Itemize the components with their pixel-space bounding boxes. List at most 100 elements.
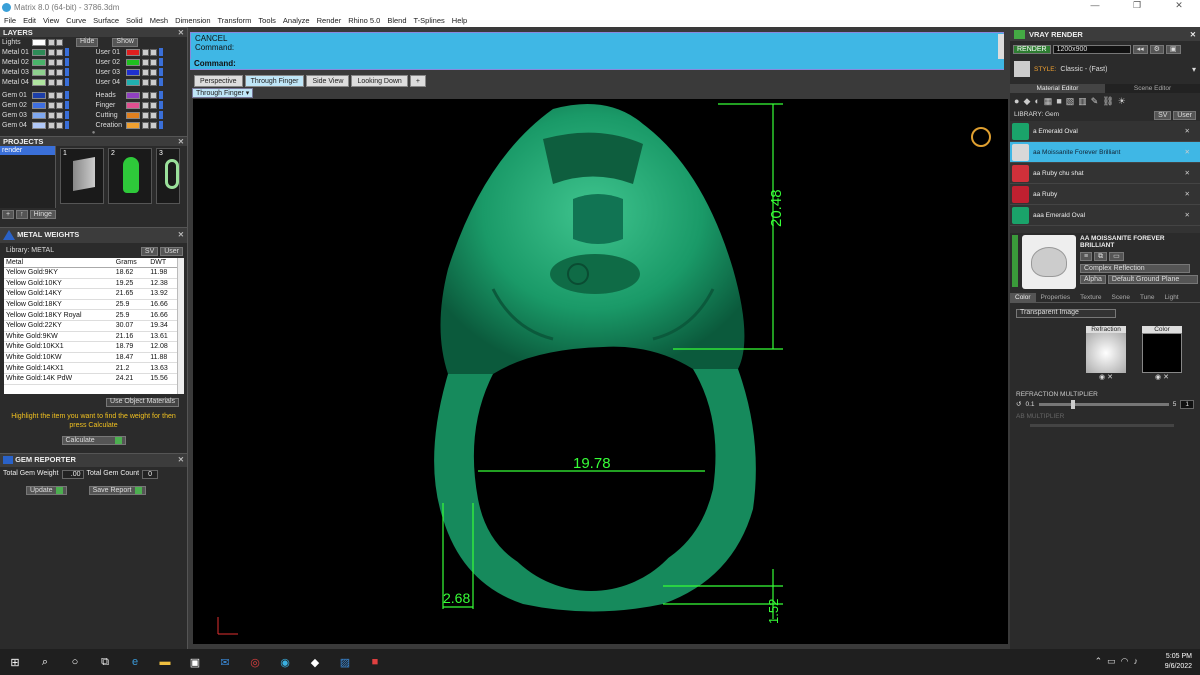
lock-icon[interactable] (141, 91, 149, 99)
visibility-icon[interactable] (56, 91, 63, 99)
resolution-field[interactable]: 1200x900 (1052, 45, 1131, 54)
swatch-icon[interactable]: ▥ (1078, 96, 1087, 107)
color-texture[interactable] (1142, 332, 1182, 373)
color-swatch[interactable] (32, 38, 46, 46)
table-row[interactable]: Yellow Gold:14KY 21.65 13.92 (4, 288, 178, 300)
layer-row[interactable]: Metal 04 (0, 77, 94, 87)
close-icon[interactable]: ✕ (1185, 169, 1190, 177)
visibility-icon[interactable] (56, 111, 63, 119)
color-swatch[interactable] (125, 58, 140, 66)
visibility-icon[interactable] (149, 111, 157, 119)
col-dwt[interactable]: DWT (148, 258, 178, 268)
tab-material-editor[interactable]: Material Editor (1010, 84, 1105, 93)
tool-a[interactable]: ≡ (1080, 252, 1093, 261)
ab-slider[interactable] (1030, 423, 1174, 427)
project-thumb-2[interactable]: 2 (108, 148, 152, 204)
link-icon[interactable]: ⛓ (1102, 96, 1113, 107)
refraction-slider[interactable] (1038, 399, 1169, 409)
menu-tools[interactable]: Tools (258, 16, 276, 25)
tab-scene-editor[interactable]: Scene Editor (1105, 84, 1200, 93)
settings-icon[interactable]: ⚙ (1149, 45, 1164, 54)
3d-viewport[interactable]: 20.48 19.78 2.68 1.52 (193, 99, 1008, 644)
search-icon[interactable]: ⌕ (30, 649, 60, 675)
visibility-icon[interactable] (149, 91, 157, 99)
menu-edit[interactable]: Edit (23, 16, 36, 25)
layer-row[interactable]: Gem 04 (0, 120, 94, 130)
color-swatch[interactable] (125, 91, 140, 99)
visibility-icon[interactable] (149, 68, 157, 76)
add-tab-button[interactable]: + (409, 75, 426, 87)
material-item[interactable]: aa Ruby chu shat ✕ (1010, 163, 1200, 184)
chevron-down-icon[interactable]: ▾ (1192, 65, 1196, 74)
layer-row[interactable]: Metal 03 (0, 67, 94, 77)
lock-icon[interactable] (141, 78, 149, 86)
visibility-icon[interactable] (149, 78, 157, 86)
lock-icon[interactable] (48, 91, 55, 99)
lock-icon[interactable] (48, 78, 55, 86)
table-row[interactable]: White Gold:10KX1 18.79 12.08 (4, 341, 178, 353)
lock-icon[interactable] (141, 101, 149, 109)
paint-icon[interactable]: ✎ (1091, 96, 1099, 107)
menu-transform[interactable]: Transform (218, 16, 252, 25)
menu-rhino[interactable]: Rhino 5.0 (348, 16, 380, 25)
cortana-icon[interactable]: ○ (60, 649, 90, 675)
menu-dimension[interactable]: Dimension (175, 16, 210, 25)
col-metal[interactable]: Metal (4, 258, 114, 268)
col-grams[interactable]: Grams (113, 258, 149, 268)
color-swatch[interactable] (125, 101, 140, 109)
menu-tsplines[interactable]: T-Splines (414, 16, 445, 25)
tab-tune[interactable]: Tune (1135, 293, 1160, 302)
visibility-icon[interactable] (56, 101, 63, 109)
render-button[interactable]: RENDER (1013, 45, 1051, 54)
command-scrollbar[interactable] (998, 34, 1004, 62)
color-swatch[interactable] (125, 78, 140, 86)
project-thumb-3[interactable]: 3 (156, 148, 180, 204)
color-swatch[interactable] (32, 111, 46, 119)
sphere-icon[interactable]: ◐ (1034, 96, 1039, 107)
project-item[interactable]: render (0, 146, 55, 155)
layer-row[interactable]: Creation (94, 120, 188, 130)
color-swatch[interactable] (32, 48, 46, 56)
table-row[interactable]: White Gold:9KW 21.16 13.61 (4, 331, 178, 343)
table-row[interactable]: Yellow Gold:22KY 30.07 19.34 (4, 320, 178, 332)
clock[interactable]: 5:05 PM 9/6/2022 (1165, 652, 1192, 672)
reset-icon[interactable]: ↺ (1016, 400, 1021, 408)
close-icon[interactable]: ✕ (1185, 211, 1190, 219)
tab-texture[interactable]: Texture (1075, 293, 1106, 302)
lock-icon[interactable] (48, 58, 55, 66)
menu-curve[interactable]: Curve (66, 16, 86, 25)
material-item[interactable]: aa Ruby ✕ (1010, 184, 1200, 205)
lock-icon[interactable] (141, 121, 149, 129)
ring-view-icon[interactable] (971, 127, 991, 147)
menu-help[interactable]: Help (452, 16, 467, 25)
color-swatch[interactable] (32, 58, 46, 66)
layer-row[interactable]: Gem 03 (0, 110, 94, 120)
use-object-materials-toggle[interactable]: Use Object Materials (106, 397, 179, 407)
reflection-select[interactable]: Complex Reflection (1080, 264, 1190, 273)
viewport-title[interactable]: Through Finger ▾ (192, 88, 254, 98)
menu-surface[interactable]: Surface (93, 16, 119, 25)
drop-icon[interactable]: ● (1014, 96, 1019, 107)
tab-perspective[interactable]: Perspective (194, 75, 243, 87)
table-row[interactable]: White Gold:14KX1 21.2 13.63 (4, 362, 178, 374)
box-icon[interactable]: ■ (1056, 96, 1061, 107)
menu-mesh[interactable]: Mesh (150, 16, 168, 25)
light-icon[interactable]: ☀ (1118, 96, 1126, 107)
lock-icon[interactable] (141, 111, 149, 119)
layer-row[interactable]: Heads (94, 90, 188, 100)
lock-icon[interactable] (48, 101, 55, 109)
photos-icon[interactable]: ▨ (330, 649, 360, 675)
lock-icon[interactable] (141, 48, 149, 56)
visibility-icon[interactable] (149, 121, 157, 129)
style-select[interactable]: Classic - (Fast) (1060, 66, 1107, 73)
chrome-icon[interactable]: ◎ (240, 649, 270, 675)
color-swatch[interactable] (125, 48, 140, 56)
table-row[interactable]: Yellow Gold:9KY 18.62 11.98 (4, 267, 178, 279)
lock-icon[interactable] (48, 48, 55, 56)
tab-properties[interactable]: Properties (1036, 293, 1076, 302)
color-swatch[interactable] (32, 91, 46, 99)
file-explorer-icon[interactable]: ▬ (150, 649, 180, 675)
lock-icon[interactable] (48, 121, 55, 129)
visibility-icon[interactable] (56, 121, 63, 129)
color-swatch[interactable] (125, 111, 140, 119)
